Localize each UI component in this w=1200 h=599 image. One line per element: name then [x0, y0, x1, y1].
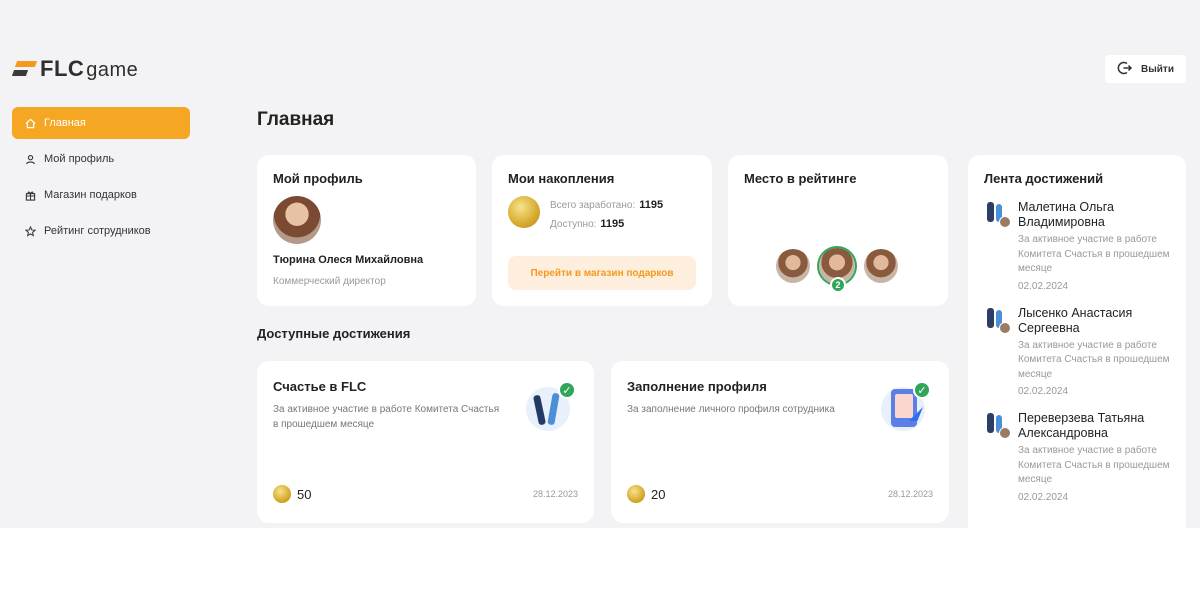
sidebar-item-label: Магазин подарков	[44, 189, 137, 201]
check-icon: ✓	[913, 381, 931, 399]
sidebar-item-profile[interactable]: Мой профиль	[12, 143, 190, 175]
achievement-card[interactable]: Заполнение профиля За заполнение личного…	[611, 361, 949, 523]
feed-person-name: Переверзева Татьяна Александровна	[1018, 411, 1145, 440]
flc-game-logo[interactable]: FLC game	[11, 56, 139, 82]
rating-avatar-next	[864, 249, 898, 283]
savings-card: Мои накопления Всего заработано: 1195 Дос…	[492, 155, 712, 306]
feed-desc: За активное участие в работе Комитета Сч…	[1018, 339, 1170, 380]
achievement-celebration-icon	[984, 411, 1011, 441]
sidebar-item-rating[interactable]: Рейтинг сотрудников	[12, 215, 190, 247]
feed-date: 02.02.2024	[1018, 386, 1069, 397]
coin-icon	[273, 485, 291, 503]
list-item[interactable]: Переверзева Татьяна Александровна За акт…	[984, 411, 1170, 503]
achievements-section-title: Доступные достижения	[257, 326, 411, 341]
achievement-desc: За заполнение личного профиля сотрудника	[627, 404, 835, 415]
card-title: Мои накопления	[508, 171, 615, 186]
feed-person-name: Малетина Ольга Владимировна	[1018, 200, 1114, 229]
star-icon	[24, 225, 36, 237]
sidebar-item-label: Рейтинг сотрудников	[44, 225, 151, 237]
feed-date: 02.02.2024	[1018, 280, 1069, 292]
profile-phone-illustration-icon: ✓	[879, 381, 933, 431]
logo-mark-icon	[11, 59, 38, 79]
feed-title: Лента достижений	[984, 171, 1104, 186]
coin-icon	[627, 485, 645, 503]
gift-icon	[24, 189, 36, 201]
user-icon	[24, 153, 36, 165]
earned-label: Всего заработано:	[550, 200, 636, 211]
sidebar-item-label: Мой профиль	[44, 153, 115, 165]
sidebar-item-label: Главная	[44, 117, 86, 129]
logout-icon	[1117, 60, 1133, 79]
available-row: Доступно: 1195	[550, 215, 663, 234]
achievement-points: 50	[297, 486, 312, 502]
available-value: 1195	[600, 218, 625, 230]
logout-label: Выйти	[1141, 63, 1174, 75]
earned-row: Всего заработано: 1195	[550, 196, 663, 215]
logo-word-text: game	[86, 59, 139, 81]
achievement-date: 28.12.2023	[532, 489, 578, 499]
achievements-feed[interactable]: Лента достижений Малетина Ольга Владимир…	[968, 155, 1186, 528]
go-to-gift-shop-button[interactable]: Перейти в магазин подарков	[508, 256, 696, 290]
rating-avatar-prev	[776, 249, 810, 283]
achievement-celebration-icon	[984, 306, 1011, 336]
available-label: Доступно:	[550, 219, 597, 230]
card-title: Мой профиль	[273, 171, 363, 186]
bottom-strip	[0, 528, 1200, 599]
profile-name: Тюрина Олеся Михайловна	[273, 254, 424, 266]
list-item[interactable]: Лысенко Анастасия Сергеевна За активное …	[984, 305, 1170, 397]
achievement-date: 28.12.2023	[887, 489, 933, 499]
feed-person-name: Лысенко Анастасия Сергеевна	[1018, 305, 1133, 335]
feed-date: 02.02.2024	[1018, 491, 1069, 503]
page-title: Главная	[257, 109, 335, 130]
earned-value: 1195	[639, 199, 664, 211]
logo-mark-text: FLC	[40, 56, 85, 81]
feed-desc: За активное участие в работе Комитета Сч…	[1018, 234, 1170, 274]
achievement-points: 20	[651, 486, 666, 502]
achievement-card[interactable]: Счастье в FLC За активное участие в рабо…	[257, 361, 594, 523]
home-icon	[24, 117, 36, 129]
list-item[interactable]: Малетина Ольга Владимировна За активное …	[984, 200, 1170, 292]
sidebar-item-gift-shop[interactable]: Магазин подарков	[12, 179, 190, 211]
rating-card[interactable]: Место в рейтинге 2	[728, 155, 948, 306]
sidebar-item-home[interactable]: Главная	[12, 107, 190, 139]
celebration-illustration-icon: ✓	[524, 381, 578, 431]
my-profile-card[interactable]: Мой профиль Тюрина Олеся Михайловна Комм…	[257, 155, 476, 306]
rating-place-badge: 2	[830, 277, 846, 293]
avatar	[273, 196, 321, 244]
app-window: FLC game Главная Мой профиль Магазин пода…	[0, 0, 1200, 528]
achievement-desc: За активное участие в работе Комитета Сч…	[273, 404, 500, 430]
card-title: Место в рейтинге	[744, 171, 857, 186]
feed-desc: За активное участие в работе Комитета Сч…	[1018, 445, 1170, 485]
logout-button[interactable]: Выйти	[1105, 55, 1186, 83]
profile-role: Коммерческий директор	[273, 276, 386, 287]
rating-avatar-current: 2	[819, 248, 855, 293]
check-icon: ✓	[558, 381, 576, 399]
coin-icon	[508, 196, 540, 228]
achievement-celebration-icon	[984, 200, 1011, 230]
sidebar: Главная Мой профиль Магазин подарков Рей…	[12, 107, 190, 251]
